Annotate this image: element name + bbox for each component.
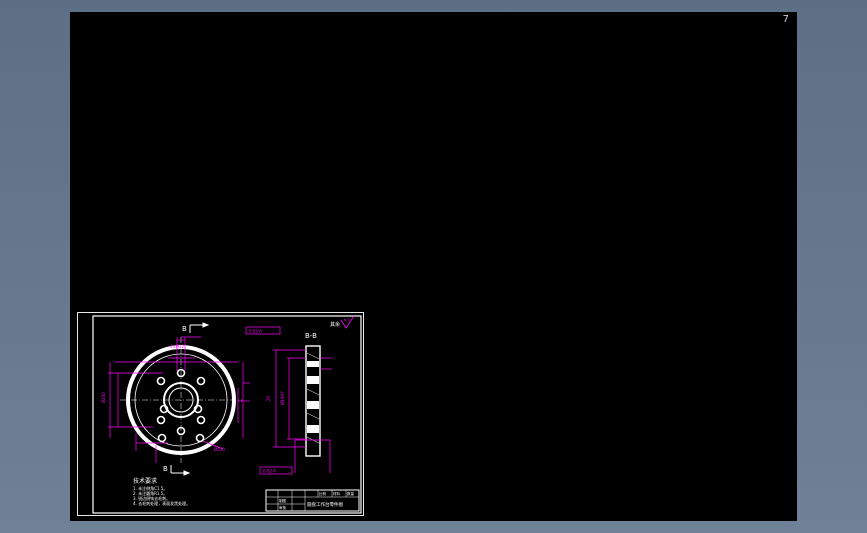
title-block-checked: 审核 xyxy=(279,505,287,510)
roughness-value: 6.3 xyxy=(344,318,350,322)
title-block-part-name: 圆盘工作台零件图 xyxy=(307,501,343,508)
tolerance-top: 0.02 A xyxy=(249,329,262,334)
dim-thickness: 20 xyxy=(266,395,271,401)
title-block-material: 材料 xyxy=(333,491,341,496)
drawing-sheet[interactable]: B B 4×Ø12 Ø250 Ø120 B-B 0.02 A 0.02 A 20… xyxy=(77,312,364,516)
drawing-canvas: B B 4×Ø12 Ø250 Ø120 B-B 0.02 A 0.02 A 20… xyxy=(92,315,362,514)
tech-requirement-item: 4. 去毛刺处理，表面发黑处理。 xyxy=(133,500,190,506)
title-block-drawn: 制图 xyxy=(279,498,287,503)
roughness-note: 其余 xyxy=(330,321,340,328)
section-label-top: B xyxy=(182,325,187,333)
section-label-bottom: B xyxy=(163,465,168,473)
section-view: B-B 0.02 A 0.02 A 20 Ø40H7 其余 6.3 xyxy=(245,315,355,475)
front-view: B B 4×Ø12 Ø250 Ø120 xyxy=(101,322,250,476)
tech-requirements: 技术要求 1. 未注倒角C1.5。 2. 未注圆角R1.5。 3. 锐边倒钝去毛… xyxy=(133,477,190,506)
section-view-title: B-B xyxy=(305,332,317,340)
tech-requirements-title: 技术要求 xyxy=(133,477,157,485)
cad-model-viewport[interactable]: 7 B B 4×Ø12 Ø250 Ø120 B-B 0.02 A 0.02 A … xyxy=(70,12,797,521)
dim-hole-pattern: 4×Ø12 xyxy=(170,344,185,349)
title-block-qty: 数量 xyxy=(347,491,355,496)
viewport-corner-mark: 7 xyxy=(782,14,789,25)
dim-small-hole: Ø40H7 xyxy=(280,391,285,405)
dim-inner-diameter: Ø120 xyxy=(214,447,225,452)
dim-outer-diameter: Ø250 xyxy=(101,392,106,403)
title-block: 比例 材料 数量 制图 审核 圆盘工作台零件图 xyxy=(265,489,360,512)
tolerance-bottom: 0.02 A xyxy=(263,469,276,474)
title-block-scale: 比例 xyxy=(319,491,327,496)
